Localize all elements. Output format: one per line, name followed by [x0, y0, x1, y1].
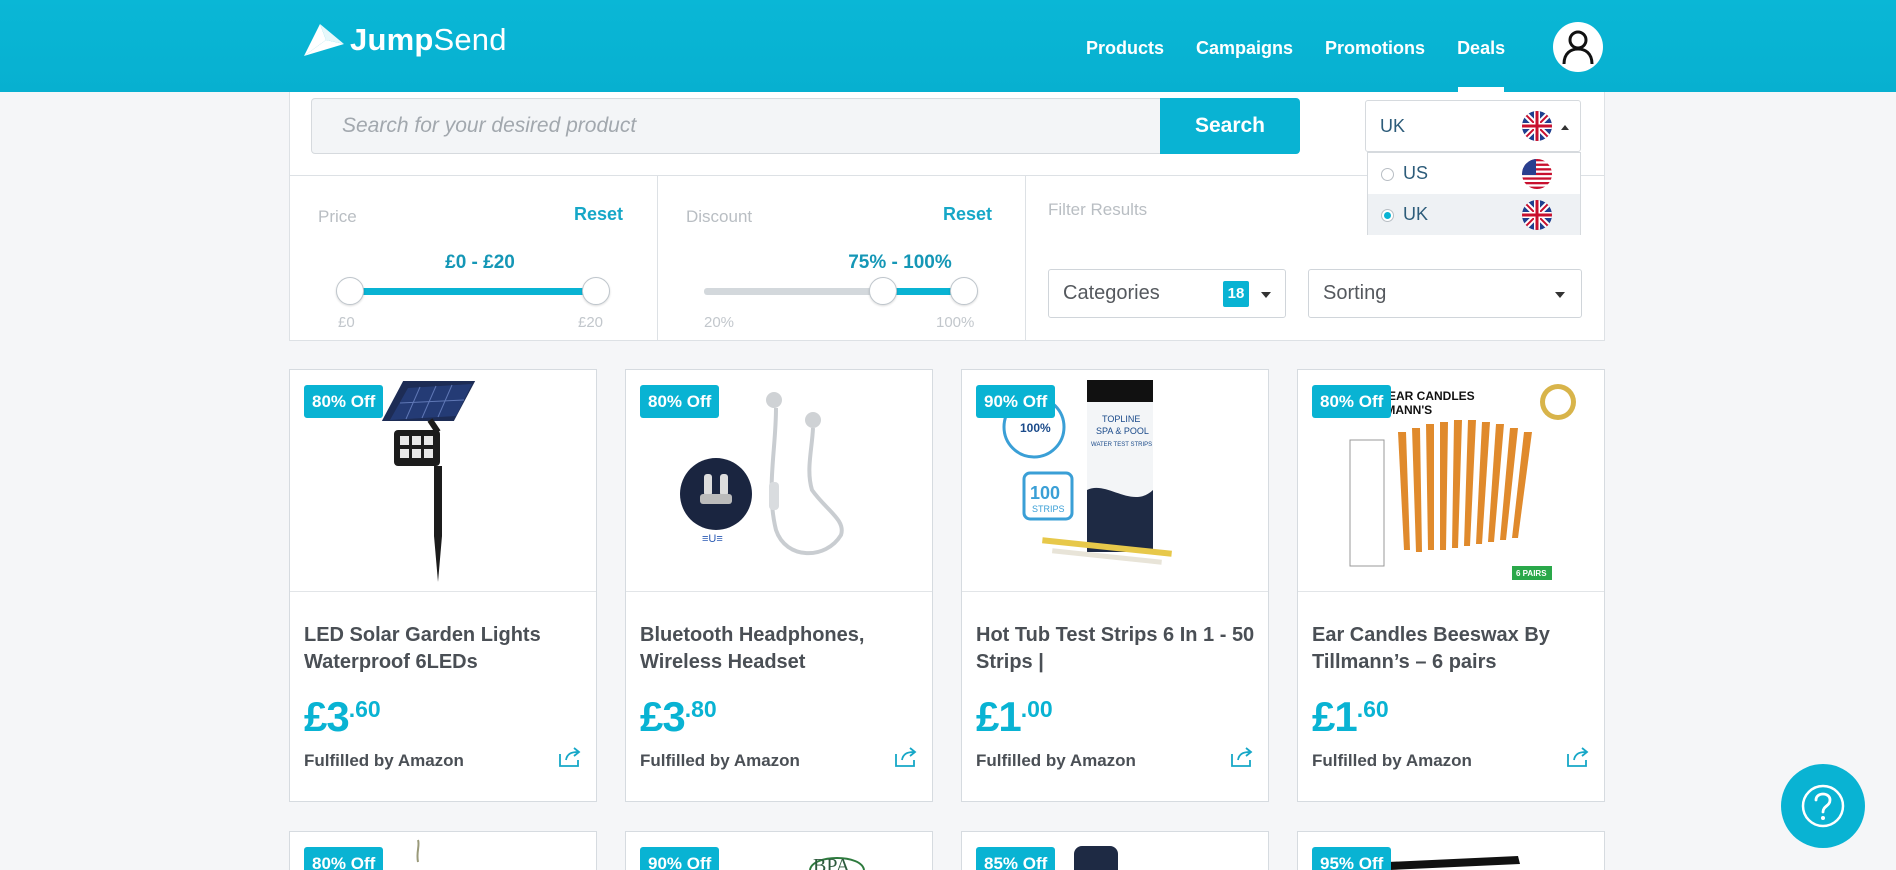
discount-filter-title: Discount	[686, 207, 753, 226]
discount-max-tick: 100%	[936, 314, 975, 331]
filter-divider	[657, 176, 658, 340]
price-slider-max-handle[interactable]	[582, 277, 610, 305]
search-input[interactable]	[311, 98, 1161, 154]
discount-slider-min-handle[interactable]	[868, 277, 897, 305]
share-icon[interactable]	[894, 746, 918, 768]
price-min-tick: £0	[338, 314, 355, 331]
uk-flag-icon	[1522, 111, 1552, 141]
product-title[interactable]: LED Solar Garden Lights Waterproof 6LEDs	[304, 622, 584, 676]
filter-divider	[1025, 176, 1026, 340]
product-title[interactable]: Ear Candles Beeswax By Tillmann’s – 6 pa…	[1312, 622, 1592, 676]
country-option-label: US	[1403, 163, 1429, 183]
country-option-us[interactable]: US	[1368, 153, 1580, 194]
help-button[interactable]	[1781, 764, 1865, 848]
us-flag-icon	[1522, 159, 1552, 189]
fulfilled-label: Fulfilled by Amazon	[976, 751, 1136, 770]
country-select-value: UK	[1380, 116, 1406, 136]
discount-reset-link[interactable]: Reset	[943, 204, 992, 225]
uk-flag-icon	[1522, 200, 1552, 230]
categories-count-badge: 18	[1223, 281, 1249, 307]
product-price: £1.60	[1312, 693, 1389, 740]
product-price: £3.60	[304, 693, 381, 740]
discount-badge: 95% Off	[1312, 847, 1392, 870]
discount-badge: 80% Off	[304, 847, 384, 870]
caret-up-icon	[1561, 125, 1569, 130]
chevron-down-icon	[1261, 292, 1271, 298]
discount-badge: 90% Off	[640, 847, 720, 870]
jumpsend-logo[interactable]: JumpSend	[302, 22, 507, 58]
categories-select[interactable]: Categories 18	[1048, 269, 1286, 318]
radio-uk[interactable]	[1381, 209, 1394, 222]
product-price: £1.00	[976, 693, 1053, 740]
categories-label: Categories	[1063, 282, 1160, 304]
paper-plane-logo-icon	[304, 24, 344, 56]
product-card[interactable]: 100% 100 STRIPS TOPLINE SPA & POOL WATER…	[961, 369, 1269, 802]
filter-results-title: Filter Results	[1048, 200, 1148, 219]
image-caption: 6 PAIRS	[1516, 569, 1547, 578]
product-card[interactable]: CES EAR CANDLES TILLMANN'S 6 PAIRS 80% O…	[1297, 369, 1605, 802]
discount-slider-max-handle[interactable]	[950, 277, 978, 305]
radio-us[interactable]	[1381, 168, 1394, 181]
sorting-label: Sorting	[1323, 282, 1387, 304]
price-reset-link[interactable]: Reset	[574, 204, 623, 225]
bpa-text: BPA	[813, 855, 851, 870]
country-select[interactable]: UK	[1365, 100, 1581, 152]
product-card[interactable]: 85% Off	[961, 831, 1269, 870]
discount-badge: 80% Off	[304, 385, 384, 418]
discount-badge: 85% Off	[976, 847, 1056, 870]
country-dropdown: US UK	[1367, 152, 1581, 235]
country-option-uk[interactable]: UK	[1368, 194, 1580, 235]
discount-badge: 80% Off	[1312, 385, 1392, 418]
product-card[interactable]: 95% Off	[1297, 831, 1605, 870]
box-text: 100	[1030, 483, 1060, 503]
brand-text: TOPLINE	[1102, 414, 1140, 424]
price-range-value: £0 - £20	[445, 252, 515, 273]
search-button[interactable]: Search	[1160, 98, 1300, 154]
product-card[interactable]: 80% Off	[289, 831, 597, 870]
price-slider-min-handle[interactable]	[336, 277, 364, 305]
svg-text:≡U≡: ≡U≡	[702, 533, 723, 545]
nav-deals[interactable]: Deals	[1441, 0, 1521, 92]
fulfilled-label: Fulfilled by Amazon	[304, 751, 464, 770]
sorting-select[interactable]: Sorting	[1308, 269, 1582, 318]
nav-products[interactable]: Products	[1070, 0, 1180, 92]
share-icon[interactable]	[1230, 746, 1254, 768]
product-price: £3.80	[640, 693, 717, 740]
brand-text: WATER TEST STRIPS	[1091, 442, 1152, 448]
seal-text: 100%	[1020, 421, 1051, 435]
box-sub-text: STRIPS	[1032, 504, 1065, 514]
price-max-tick: £20	[578, 314, 604, 331]
product-card[interactable]: 90% Off BPA	[625, 831, 933, 870]
product-title[interactable]: Hot Tub Test Strips 6 In 1 - 50 Strips |	[976, 622, 1256, 676]
help-icon	[1801, 784, 1845, 828]
main-nav: Products Campaigns Promotions Deals	[1070, 0, 1521, 92]
price-filter-title: Price	[318, 207, 357, 226]
share-icon[interactable]	[1566, 746, 1590, 768]
price-slider-fill	[350, 288, 596, 295]
fulfilled-label: Fulfilled by Amazon	[1312, 751, 1472, 770]
fulfilled-label: Fulfilled by Amazon	[640, 751, 800, 770]
discount-badge: 80% Off	[640, 385, 720, 418]
discount-range-value: 75% - 100%	[848, 252, 952, 273]
chevron-down-icon	[1555, 292, 1565, 298]
product-card[interactable]: 80% Off LED Solar Garden Lights Waterpro…	[289, 369, 597, 802]
user-avatar-button[interactable]	[1553, 22, 1603, 72]
discount-min-tick: 20%	[704, 314, 735, 331]
user-icon	[1562, 30, 1594, 65]
top-header: JumpSend Products Campaigns Promotions D…	[0, 0, 1896, 92]
brand-name: JumpSend	[350, 22, 507, 57]
nav-promotions[interactable]: Promotions	[1309, 0, 1441, 92]
discount-badge: 90% Off	[976, 385, 1056, 418]
share-icon[interactable]	[558, 746, 582, 768]
product-title[interactable]: Bluetooth Headphones, Wireless Headset	[640, 622, 920, 676]
brand-text: SPA & POOL	[1096, 426, 1149, 436]
product-card[interactable]: ≡U≡ 80% Off Bluetooth Headphones, Wirele…	[625, 369, 933, 802]
nav-campaigns[interactable]: Campaigns	[1180, 0, 1309, 92]
country-option-label: UK	[1403, 204, 1429, 224]
